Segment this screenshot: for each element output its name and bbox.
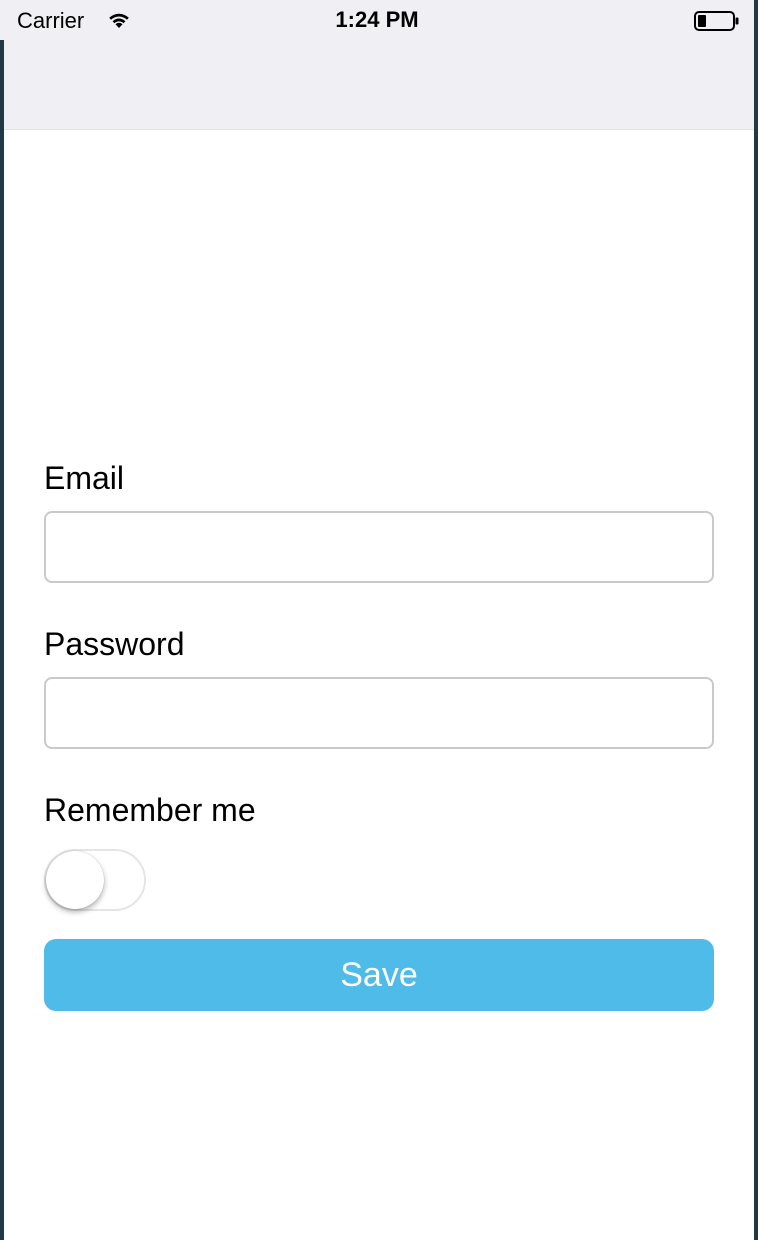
login-form: Email Password Remember me Save xyxy=(44,455,714,1011)
password-label: Password xyxy=(44,626,185,662)
navigation-bar xyxy=(4,40,754,130)
backdrop-edge-left xyxy=(0,0,4,1240)
email-field[interactable] xyxy=(44,511,714,583)
email-label: Email xyxy=(44,460,125,496)
toggle-knob xyxy=(46,851,104,909)
remember-me-label: Remember me xyxy=(44,792,256,828)
app-screen: Carrier 1:24 PM Email Password Remember … xyxy=(0,0,758,1240)
status-bar: Carrier 1:24 PM xyxy=(0,0,754,40)
password-field[interactable] xyxy=(44,677,714,749)
backdrop-edge-right xyxy=(754,0,758,1240)
status-time: 1:24 PM xyxy=(335,7,419,32)
battery-icon xyxy=(694,11,740,31)
save-button[interactable]: Save xyxy=(44,939,714,1011)
remember-me-toggle[interactable] xyxy=(44,849,146,911)
